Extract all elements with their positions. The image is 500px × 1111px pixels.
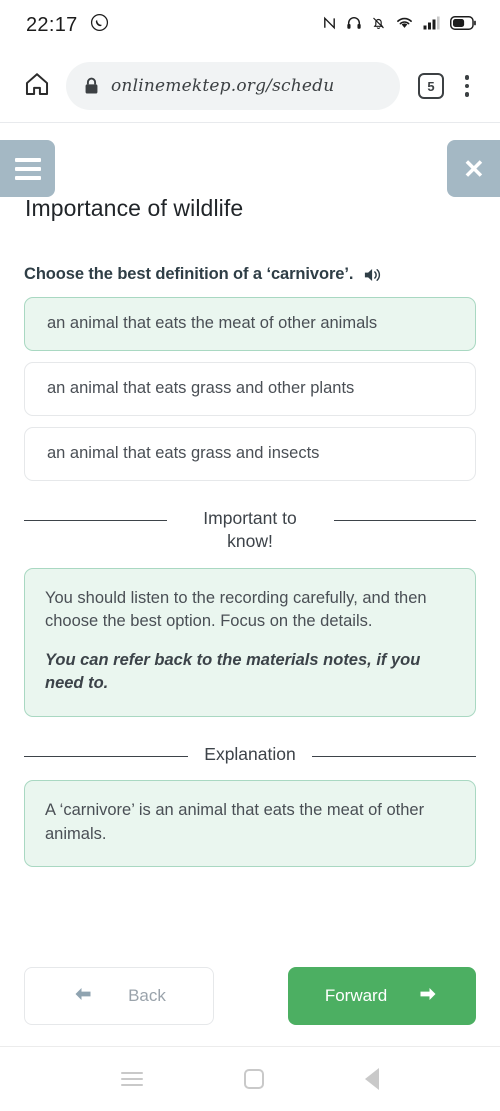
status-bar-left: 22:17 [26, 13, 109, 37]
explanation-paragraph: A ‘carnivore’ is an animal that eats the… [45, 801, 425, 843]
page-title: Importance of wildlife [25, 195, 244, 221]
browser-toolbar: onlinemektep.org/schedu 5 [0, 50, 500, 122]
status-bar-clock: 22:17 [26, 13, 78, 36]
divider-line-left [24, 519, 167, 521]
forward-button[interactable]: Forward [288, 967, 476, 1025]
important-divider: Important to know! [24, 507, 476, 554]
phone-screen: 22:17 onlinemektep.org/schedu 5 ✕ Import… [0, 0, 500, 1111]
home-button[interactable] [14, 63, 60, 109]
important-info-box: You should listen to the recording caref… [24, 568, 476, 717]
whatsapp-icon [90, 13, 109, 37]
speaker-icon[interactable] [363, 266, 383, 284]
nfc-icon [322, 15, 337, 36]
battery-icon [450, 15, 476, 35]
divider-line-right [333, 519, 476, 521]
more-vertical-icon-dot [464, 83, 470, 89]
answer-option[interactable]: an animal that eats the meat of other an… [24, 297, 476, 351]
explanation-divider: Explanation [24, 743, 476, 767]
forward-button-label: Forward [324, 986, 388, 1005]
divider-line-left [24, 755, 189, 757]
divider-label: Important to know! [203, 507, 297, 552]
home-icon [23, 70, 51, 103]
divider-label: Explanation [204, 743, 296, 764]
answer-option[interactable]: an animal that eats grass and other plan… [24, 361, 476, 416]
status-bar-right [322, 15, 476, 36]
important-emphasis: You can refer back to the materials note… [45, 650, 421, 693]
divider-line-right [311, 755, 476, 757]
back-button[interactable]: Back [24, 967, 214, 1025]
notifications-off-icon [371, 15, 386, 36]
more-vertical-icon-dot [464, 75, 470, 80]
wifi-icon [395, 15, 414, 35]
lesson-menu-button[interactable] [0, 140, 55, 197]
arrow-left-icon [72, 985, 94, 1008]
question-text: Choose the best definition of a ‘carnivo… [24, 265, 354, 283]
address-bar[interactable]: onlinemektep.org/schedu [66, 62, 400, 110]
lesson-navigation: Back Forward [0, 967, 500, 1025]
arrow-right-icon [417, 985, 439, 1008]
lesson-content: Choose the best definition of a ‘carnivo… [0, 265, 500, 873]
tab-switcher-button[interactable]: 5 [418, 73, 444, 99]
address-bar-url: onlinemektep.org/schedu [111, 76, 335, 96]
explanation-box: A ‘carnivore’ is an animal that eats the… [24, 780, 476, 868]
system-navigation-bar [0, 1046, 500, 1111]
recents-icon[interactable] [120, 1072, 143, 1086]
back-triangle-icon[interactable] [365, 1068, 380, 1090]
back-button-label: Back [128, 986, 166, 1005]
cellular-signal-icon [423, 16, 441, 35]
lesson-close-button[interactable]: ✕ [447, 140, 500, 197]
headphones-icon [346, 15, 362, 36]
close-icon: ✕ [463, 153, 485, 184]
question-row: Choose the best definition of a ‘carnivo… [24, 265, 476, 284]
important-paragraph: You should listen to the recording caref… [45, 589, 427, 631]
hamburger-menu-icon [15, 157, 41, 180]
web-page-viewport: ✕ Importance of wildlife Choose the best… [0, 123, 500, 1045]
status-bar: 22:17 [0, 0, 500, 50]
answer-option[interactable]: an animal that eats grass and insects [24, 426, 476, 481]
browser-menu-button[interactable] [452, 68, 482, 104]
more-vertical-icon-dot [464, 92, 470, 97]
home-square-icon[interactable] [243, 1069, 264, 1089]
lock-icon [84, 77, 99, 95]
